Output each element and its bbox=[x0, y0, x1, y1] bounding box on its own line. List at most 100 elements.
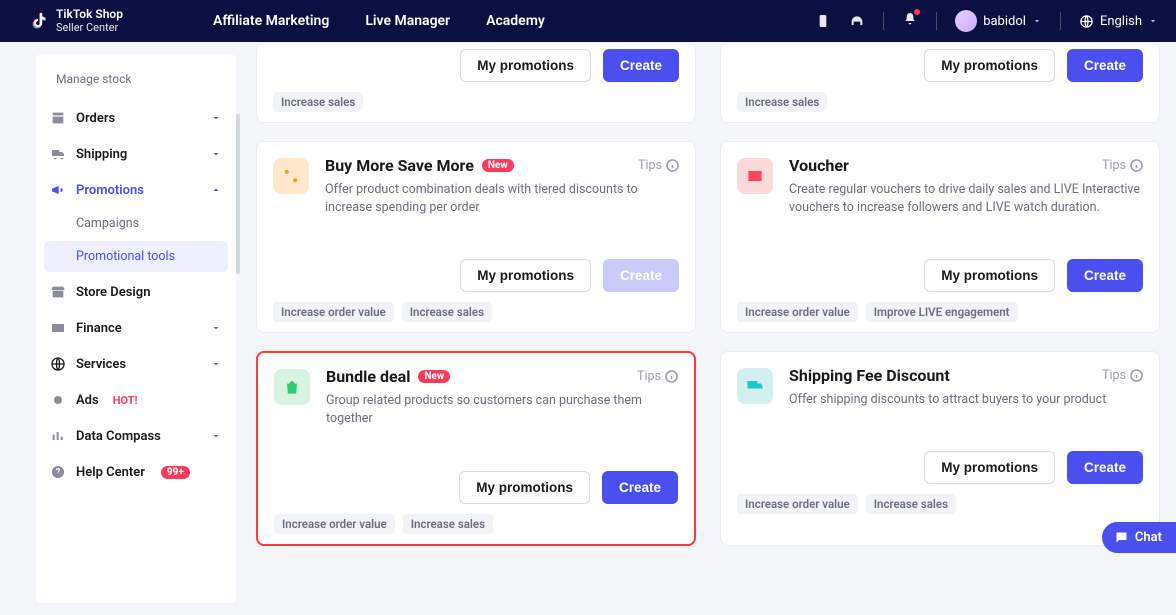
my-promotions-button[interactable]: My promotions bbox=[460, 259, 591, 292]
sidebar: Manage stock Orders Shipping Promotions … bbox=[36, 54, 236, 603]
sidebar-item-data-compass[interactable]: Data Compass bbox=[36, 418, 236, 454]
sidebar-item-services[interactable]: Services bbox=[36, 346, 236, 382]
info-icon bbox=[1130, 369, 1143, 382]
tag: Increase order value bbox=[737, 494, 858, 514]
card-stub-left: My promotions Create Increase sales bbox=[256, 42, 696, 123]
chat-button[interactable]: Chat bbox=[1102, 522, 1176, 553]
tips-link[interactable]: Tips bbox=[1102, 368, 1143, 383]
my-promotions-button[interactable]: My promotions bbox=[924, 451, 1055, 484]
sidebar-item-label: Promotions bbox=[76, 183, 144, 198]
info-icon bbox=[666, 159, 679, 172]
shipping-icon bbox=[737, 368, 773, 404]
my-promotions-button[interactable]: My promotions bbox=[460, 49, 591, 82]
chevron-down-icon bbox=[1032, 16, 1042, 26]
tag: Increase sales bbox=[273, 92, 363, 112]
help-icon bbox=[50, 464, 66, 480]
tips-link[interactable]: Tips bbox=[637, 369, 678, 384]
my-promotions-button[interactable]: My promotions bbox=[924, 49, 1055, 82]
wallet-icon bbox=[50, 320, 66, 336]
tag: Increase sales bbox=[866, 494, 956, 514]
tag: Improve LIVE engagement bbox=[866, 302, 1018, 322]
tips-label: Tips bbox=[1102, 368, 1126, 383]
create-button[interactable]: Create bbox=[602, 471, 678, 504]
bag-icon bbox=[274, 369, 310, 405]
my-promotions-button[interactable]: My promotions bbox=[924, 259, 1055, 292]
sidebar-sub-promotional-tools[interactable]: Promotional tools bbox=[44, 241, 228, 272]
card-description: Group related products so customers can … bbox=[326, 392, 678, 428]
new-badge: New bbox=[482, 159, 514, 172]
user-menu[interactable]: babidol bbox=[955, 10, 1042, 32]
tips-label: Tips bbox=[638, 158, 662, 173]
brand[interactable]: TikTok Shop Seller Center bbox=[28, 8, 123, 34]
create-button[interactable]: Create bbox=[1067, 259, 1143, 292]
notification-dot bbox=[914, 9, 920, 15]
sidebar-item-ads[interactable]: Ads HOT! bbox=[36, 382, 236, 418]
sidebar-item-label: Ads bbox=[76, 393, 99, 408]
top-nav: Affiliate Marketing Live Manager Academy bbox=[213, 13, 545, 29]
top-right: babidol English bbox=[815, 10, 1158, 32]
notifications-button[interactable] bbox=[902, 11, 918, 31]
create-button[interactable]: Create bbox=[1067, 49, 1143, 82]
chat-icon bbox=[1114, 530, 1129, 545]
chat-label: Chat bbox=[1135, 530, 1162, 545]
create-button[interactable]: Create bbox=[1067, 451, 1143, 484]
tips-link[interactable]: Tips bbox=[1102, 158, 1143, 173]
sidebar-item-shipping[interactable]: Shipping bbox=[36, 136, 236, 172]
nav-academy[interactable]: Academy bbox=[486, 13, 545, 29]
card-title: Voucher bbox=[789, 156, 849, 175]
language-label: English bbox=[1100, 14, 1142, 29]
chevron-down-icon bbox=[210, 112, 222, 124]
card-description: Offer shipping discounts to attract buye… bbox=[789, 391, 1143, 409]
sidebar-item-label: Store Design bbox=[76, 285, 150, 300]
truck-icon bbox=[50, 146, 66, 162]
card-description: Offer product combination deals with tie… bbox=[325, 181, 679, 217]
create-button[interactable]: Create bbox=[603, 259, 679, 292]
tag: Increase sales bbox=[402, 302, 492, 322]
bars-icon bbox=[50, 428, 66, 444]
language-menu[interactable]: English bbox=[1079, 14, 1158, 29]
sidebar-item-help-center[interactable]: Help Center 99+ bbox=[36, 454, 236, 490]
orders-icon bbox=[50, 110, 66, 126]
percent-icon bbox=[273, 158, 309, 194]
sidebar-item-finance[interactable]: Finance bbox=[36, 310, 236, 346]
chevron-down-icon bbox=[210, 148, 222, 160]
tips-link[interactable]: Tips bbox=[638, 158, 679, 173]
sidebar-scrollbar[interactable] bbox=[236, 114, 240, 274]
sidebar-item-label: Help Center bbox=[76, 465, 145, 480]
tips-label: Tips bbox=[1102, 158, 1126, 173]
avatar bbox=[955, 10, 977, 32]
dot-icon bbox=[50, 392, 66, 408]
chevron-down-icon bbox=[210, 358, 222, 370]
card-voucher: Voucher Tips Create regular vouchers to … bbox=[720, 141, 1160, 333]
sidebar-top-label[interactable]: Manage stock bbox=[36, 72, 236, 100]
create-button[interactable]: Create bbox=[603, 49, 679, 82]
separator bbox=[936, 12, 937, 30]
card-bundle-deal: Bundle deal New Tips Group related produ… bbox=[256, 351, 696, 545]
card-description: Create regular vouchers to drive daily s… bbox=[789, 181, 1143, 217]
sidebar-item-orders[interactable]: Orders bbox=[36, 100, 236, 136]
sidebar-item-label: Shipping bbox=[76, 147, 127, 162]
sidebar-item-promotions[interactable]: Promotions bbox=[36, 172, 236, 208]
store-icon bbox=[50, 284, 66, 300]
nav-affiliate-marketing[interactable]: Affiliate Marketing bbox=[213, 13, 329, 29]
card-stub-right: My promotions Create Increase sales bbox=[720, 42, 1160, 123]
chevron-up-icon bbox=[210, 184, 222, 196]
headset-icon[interactable] bbox=[849, 13, 865, 29]
count-badge: 99+ bbox=[161, 466, 190, 479]
coupon-icon bbox=[737, 158, 773, 194]
separator bbox=[1060, 12, 1061, 30]
globe-icon bbox=[50, 356, 66, 372]
user-name: babidol bbox=[983, 14, 1026, 29]
sidebar-sub-campaigns[interactable]: Campaigns bbox=[36, 208, 236, 239]
tag: Increase order value bbox=[273, 302, 394, 322]
tag: Increase order value bbox=[274, 514, 395, 534]
phone-icon[interactable] bbox=[815, 13, 831, 29]
card-title: Shipping Fee Discount bbox=[789, 366, 950, 385]
card-shipping-fee-discount: Shipping Fee Discount Tips Offer shippin… bbox=[720, 351, 1160, 545]
my-promotions-button[interactable]: My promotions bbox=[459, 471, 590, 504]
nav-live-manager[interactable]: Live Manager bbox=[365, 13, 450, 29]
sidebar-item-store-design[interactable]: Store Design bbox=[36, 274, 236, 310]
card-title: Bundle deal bbox=[326, 367, 410, 386]
card-title: Buy More Save More bbox=[325, 156, 474, 175]
sidebar-item-label: Services bbox=[76, 357, 126, 372]
